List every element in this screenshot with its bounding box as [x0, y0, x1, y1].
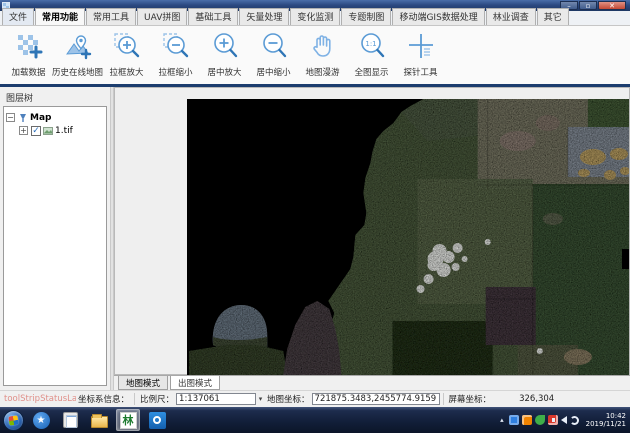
- layer-checkbox[interactable]: ✓: [31, 126, 41, 136]
- map-node-icon: [18, 113, 28, 123]
- map-node-label: Map: [30, 113, 51, 123]
- menu-tab-vector-processing[interactable]: 矢量处理: [239, 8, 289, 25]
- layer-panel-title: 图层树: [0, 87, 110, 107]
- toolbar-label: 拉框缩小: [158, 66, 192, 78]
- history-online-map-button[interactable]: 历史在线地图: [53, 29, 102, 81]
- tray-input-method-icon[interactable]: [522, 415, 532, 425]
- map-mode-tab-strip: 地图模式 出图模式: [114, 375, 630, 390]
- status-separator: [134, 393, 135, 405]
- tree-node-map[interactable]: − Map: [6, 111, 104, 124]
- toolbar: 加载数据 历史在线地图: [0, 26, 630, 84]
- workspace: 图层树 − Map + ✓: [0, 87, 630, 390]
- load-data-button[interactable]: 加载数据: [4, 29, 53, 81]
- box-zoom-out-button[interactable]: 拉框缩小: [151, 29, 200, 81]
- toolbar-label: 居中放大: [207, 66, 241, 78]
- menu-tab-basic-tools[interactable]: 基础工具: [188, 8, 238, 25]
- pan-button[interactable]: 地图漫游: [298, 29, 347, 81]
- full-extent-button[interactable]: 1:1 全图显示: [347, 29, 396, 81]
- menu-tab-mobile-gis-data[interactable]: 移动端GIS数据处理: [392, 8, 484, 25]
- taskbar-notepad-app[interactable]: [58, 409, 82, 431]
- sync-icon[interactable]: [570, 416, 579, 425]
- center-zoom-in-button[interactable]: 居中放大: [200, 29, 249, 81]
- clock[interactable]: 10:42 2019/11/21: [586, 412, 626, 428]
- map-coord-box[interactable]: 721875.3483,2455774.9159: [312, 393, 440, 405]
- document-icon: [63, 412, 78, 428]
- blue-ring-icon: [149, 412, 166, 429]
- layer-tree[interactable]: − Map + ✓: [3, 106, 107, 386]
- raster-layer-icon: [43, 126, 53, 136]
- tray-blue-icon[interactable]: [509, 415, 519, 425]
- map-view[interactable]: [114, 87, 630, 375]
- menu-tab-file[interactable]: 文件: [2, 8, 34, 25]
- menu-tab-change-monitoring[interactable]: 变化监测: [290, 8, 340, 25]
- taskbar: ★ 林 ▴ 10:42 2019/11/21: [0, 407, 630, 433]
- toolbar-label: 拉框放大: [109, 66, 143, 78]
- full-extent-icon-text: 1:1: [365, 40, 376, 48]
- coordsys-label: 坐标系信息：: [78, 393, 129, 405]
- scale-dropdown-icon[interactable]: ▾: [256, 395, 265, 403]
- center-zoom-out-icon: [259, 31, 289, 61]
- volume-icon[interactable]: [561, 416, 567, 424]
- status-debug-label: toolStripStatusLabel1: [4, 394, 76, 404]
- tree-node-layer[interactable]: + ✓ 1.tif: [19, 124, 104, 137]
- tray-expand-icon[interactable]: ▴: [500, 416, 504, 424]
- full-extent-icon: 1:1: [357, 31, 387, 61]
- toolbar-label: 历史在线地图: [52, 66, 103, 78]
- taskbar-star-app[interactable]: ★: [29, 409, 53, 431]
- menu-tab-thematic-mapping[interactable]: 专题制图: [341, 8, 391, 25]
- tray-green-icon[interactable]: [535, 415, 545, 425]
- screen-coord-value: 326,304: [519, 394, 554, 404]
- taskbar-explorer[interactable]: [87, 409, 111, 431]
- pan-hand-icon: [308, 31, 338, 61]
- history-online-map-icon: [63, 31, 93, 61]
- close-button[interactable]: ✕: [598, 1, 626, 10]
- clock-time: 10:42: [586, 412, 626, 420]
- status-separator: [443, 393, 444, 405]
- collapse-icon[interactable]: −: [6, 113, 15, 122]
- clock-date: 2019/11/21: [586, 420, 626, 428]
- menu-tab-common-functions[interactable]: 常用功能: [35, 8, 85, 25]
- load-data-icon: [14, 31, 44, 61]
- toolbar-label: 地图漫游: [305, 66, 339, 78]
- application-window: – ▫ ✕ 文件 常用功能 常用工具 UAV拼图 基础工具 矢量处理 变化监测 …: [0, 0, 630, 433]
- maximize-button[interactable]: ▫: [579, 1, 597, 10]
- screen-coord-label: 屏幕坐标：: [449, 393, 492, 405]
- menu-tab-uav-mosaic[interactable]: UAV拼图: [137, 8, 187, 25]
- menu-tab-forestry-survey[interactable]: 林业调查: [486, 8, 536, 25]
- map-canvas[interactable]: [187, 99, 629, 375]
- star-icon: ★: [33, 412, 50, 429]
- folder-icon: [91, 416, 108, 428]
- layer-panel: 图层树 − Map + ✓: [0, 87, 110, 390]
- tab-map-mode[interactable]: 地图模式: [118, 376, 168, 390]
- layer-node-label: 1.tif: [55, 126, 73, 136]
- map-coord-label: 地图坐标：: [267, 393, 310, 405]
- taskbar-forest-gis-app[interactable]: 林: [116, 409, 140, 431]
- probe-tool-icon: [406, 31, 436, 61]
- toolbar-label: 居中缩小: [256, 66, 290, 78]
- system-tray: ▴ 10:42 2019/11/21: [500, 412, 630, 428]
- probe-tool-button[interactable]: 探针工具: [396, 29, 445, 81]
- window-controls: – ▫ ✕: [560, 1, 626, 10]
- box-zoom-in-button[interactable]: 拉框放大: [102, 29, 151, 81]
- toolbar-label: 探针工具: [403, 66, 437, 78]
- status-bar: toolStripStatusLabel1 坐标系信息： 比例尺： 1:1370…: [0, 390, 630, 407]
- menu-tab-common-tools[interactable]: 常用工具: [86, 8, 136, 25]
- center-zoom-in-icon: [210, 31, 240, 61]
- menu-tab-other[interactable]: 其它: [537, 8, 569, 25]
- scale-label: 比例尺：: [140, 393, 174, 405]
- scale-combo[interactable]: 1:137061: [176, 393, 256, 405]
- box-zoom-in-icon: [112, 31, 142, 61]
- expand-icon[interactable]: +: [19, 126, 28, 135]
- center-zoom-out-button[interactable]: 居中缩小: [249, 29, 298, 81]
- menu-tab-bar: 文件 常用功能 常用工具 UAV拼图 基础工具 矢量处理 变化监测 专题制图 移…: [0, 11, 630, 26]
- toolbar-label: 加载数据: [11, 66, 45, 78]
- taskbar-blue-o-app[interactable]: [145, 409, 169, 431]
- box-zoom-out-icon: [161, 31, 191, 61]
- tab-layout-mode[interactable]: 出图模式: [170, 376, 220, 390]
- start-button[interactable]: [3, 410, 24, 431]
- toolbar-label: 全图显示: [354, 66, 388, 78]
- windows-flag-icon: [8, 415, 18, 425]
- forest-app-icon: 林: [120, 412, 137, 429]
